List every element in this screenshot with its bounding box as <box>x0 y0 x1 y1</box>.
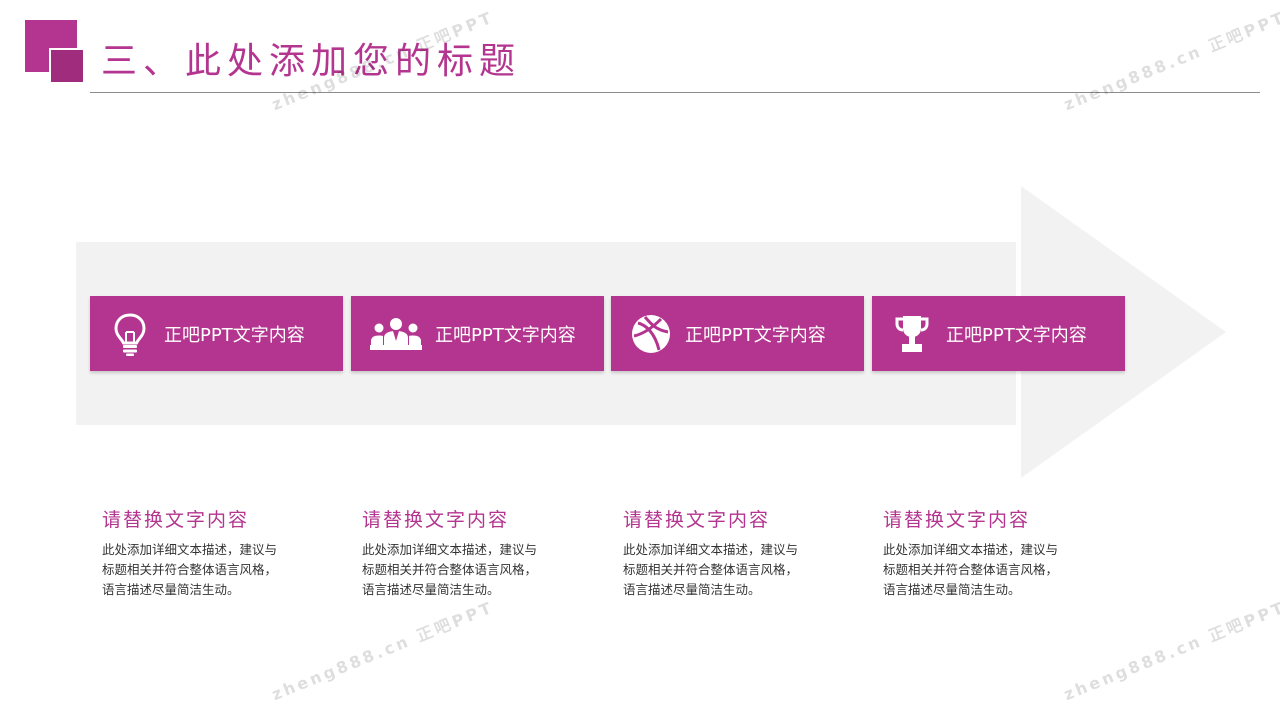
team-icon <box>369 312 423 356</box>
step-heading-1: 请替换文字内容 <box>102 509 250 531</box>
step-box-4[interactable]: 正吧PPT文字内容 <box>872 296 1125 371</box>
watermark: zheng888.cn 正吧PPT <box>1061 7 1280 115</box>
step-label-2: 正吧PPT文字内容 <box>435 324 576 346</box>
step-heading-4: 请替换文字内容 <box>883 509 1031 531</box>
dribbble-ball-icon <box>629 312 673 356</box>
step-box-3[interactable]: 正吧PPT文字内容 <box>611 296 864 371</box>
lightbulb-icon <box>108 312 152 356</box>
step-description-4: 此处添加详细文本描述，建议与标题相关并符合整体语言风格，语言描述尽量简洁生动。 <box>883 542 1059 597</box>
watermark: zheng888.cn 正吧PPT <box>269 597 497 705</box>
logo-square-small <box>49 48 85 84</box>
step-description-2: 此处添加详细文本描述，建议与标题相关并符合整体语言风格，语言描述尽量简洁生动。 <box>362 542 538 597</box>
step-label-3: 正吧PPT文字内容 <box>685 324 826 346</box>
step-heading-3: 请替换文字内容 <box>623 509 771 531</box>
trophy-icon <box>890 312 934 356</box>
step-description-1: 此处添加详细文本描述，建议与标题相关并符合整体语言风格，语言描述尽量简洁生动。 <box>102 542 278 597</box>
step-box-2[interactable]: 正吧PPT文字内容 <box>351 296 604 371</box>
step-label-4: 正吧PPT文字内容 <box>946 324 1087 346</box>
step-label-1: 正吧PPT文字内容 <box>164 324 305 346</box>
step-box-1[interactable]: 正吧PPT文字内容 <box>90 296 343 371</box>
step-description-3: 此处添加详细文本描述，建议与标题相关并符合整体语言风格，语言描述尽量简洁生动。 <box>623 542 799 597</box>
step-heading-2: 请替换文字内容 <box>362 509 510 531</box>
watermark: zheng888.cn 正吧PPT <box>1061 597 1280 705</box>
